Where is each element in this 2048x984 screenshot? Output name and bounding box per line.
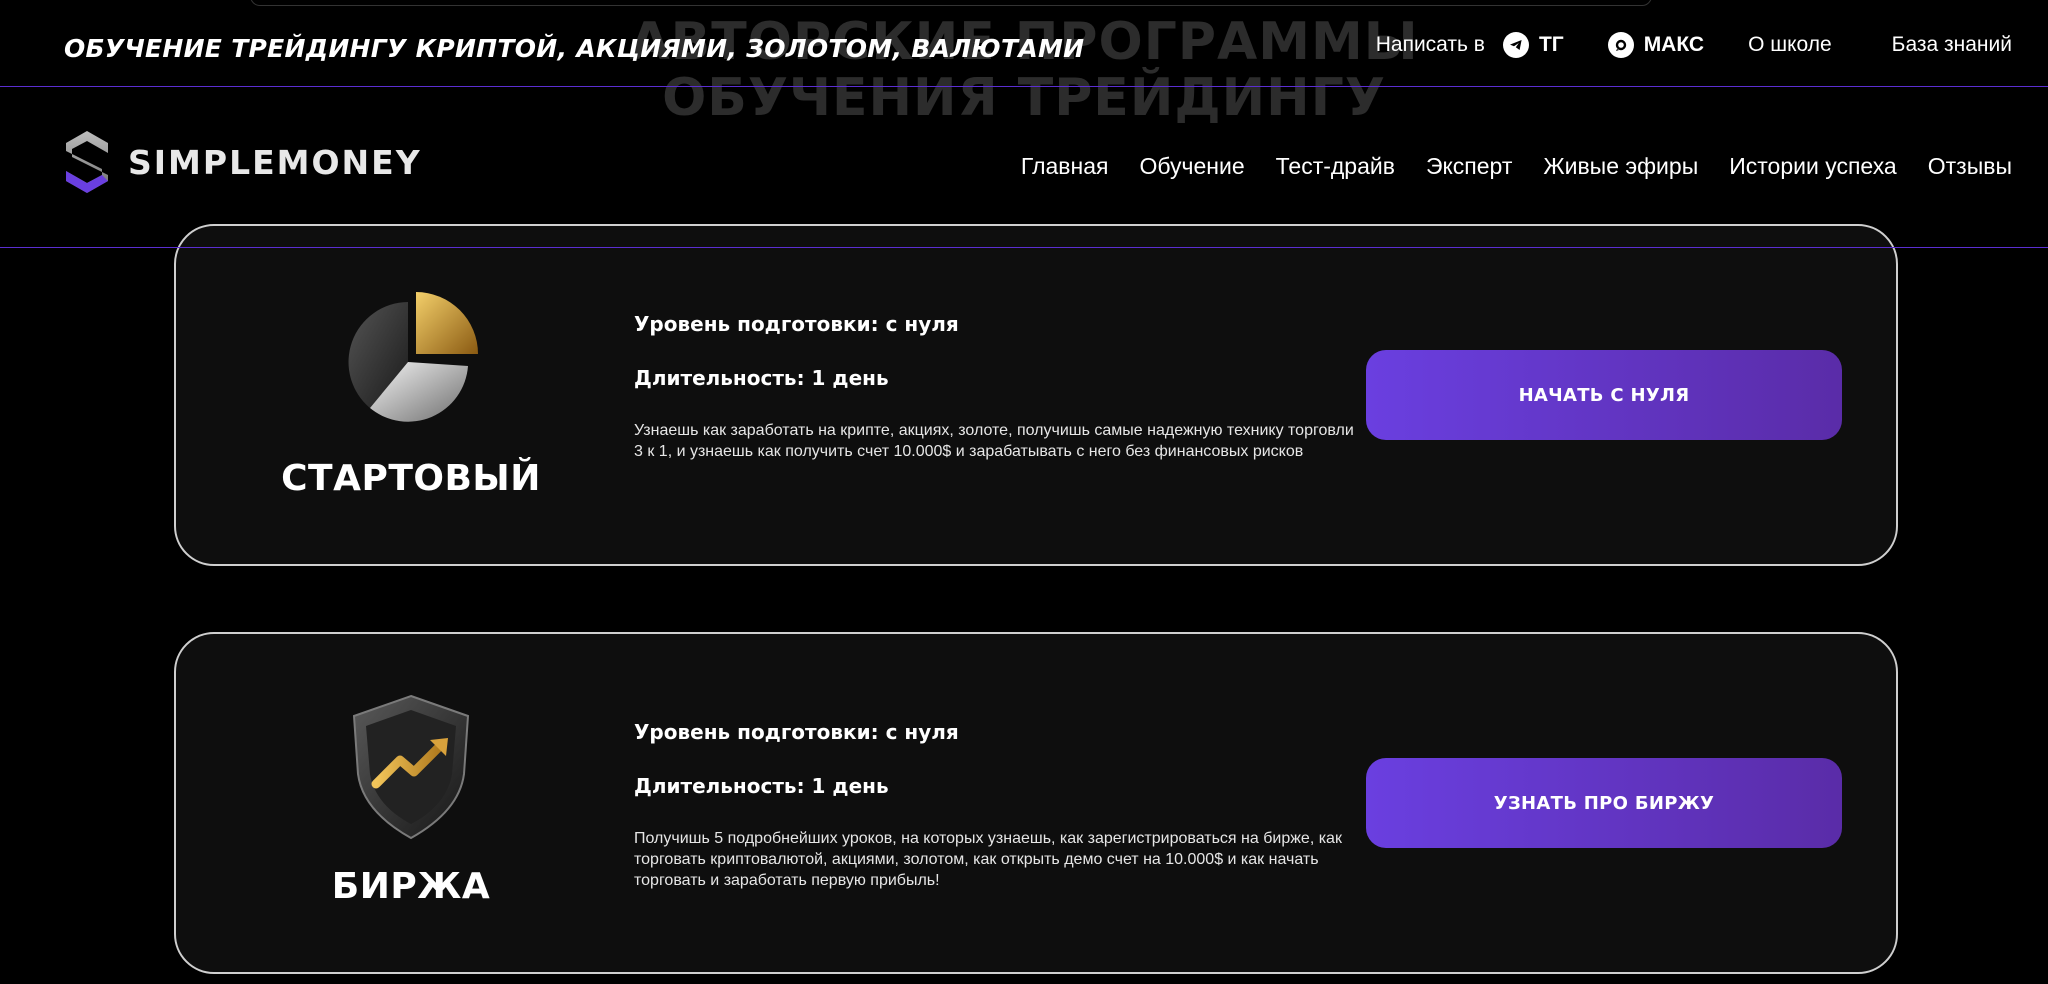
max-label: МАКС — [1643, 33, 1705, 56]
nav-item-live-streams[interactable]: Живые эфиры — [1543, 153, 1698, 180]
program-level: Уровень подготовки: с нуля — [634, 720, 959, 744]
pie-chart-icon — [348, 292, 478, 422]
telegram-link[interactable]: ТГ — [1502, 32, 1564, 58]
learn-about-exchange-button[interactable]: УЗНАТЬ ПРО БИРЖУ — [1366, 758, 1842, 848]
main-nav: Главная Обучение Тест-драйв Эксперт Живы… — [990, 153, 2012, 180]
tagline: ОБУЧЕНИЕ ТРЕЙДИНГУ КРИПТОЙ, АКЦИЯМИ, ЗОЛ… — [64, 34, 1085, 63]
write-label: Написать в — [1375, 33, 1485, 56]
main-header: SIMPLEMONEY Главная Обучение Тест-драйв … — [0, 87, 2048, 248]
top-bar: ОБУЧЕНИЕ ТРЕЙДИНГУ КРИПТОЙ, АКЦИЯМИ, ЗОЛ… — [0, 0, 2048, 87]
nav-item-reviews[interactable]: Отзывы — [1928, 153, 2012, 180]
nav-item-test-drive[interactable]: Тест-драйв — [1276, 153, 1395, 180]
brand-name: SIMPLEMONEY — [128, 142, 422, 182]
logo-icon — [66, 131, 108, 193]
telegram-label: ТГ — [1538, 33, 1564, 56]
max-link[interactable]: МАКС — [1607, 32, 1705, 58]
program-description: Получишь 5 подробнейших уроков, на котор… — [634, 830, 1342, 889]
max-icon — [1607, 32, 1634, 58]
nav-item-learning[interactable]: Обучение — [1139, 153, 1244, 180]
nav-item-success-stories[interactable]: Истории успеха — [1729, 153, 1897, 180]
program-level: Уровень подготовки: с нуля — [634, 312, 959, 336]
nav-item-home[interactable]: Главная — [1021, 153, 1109, 180]
program-card-starter: СТАРТОВЫЙ Уровень подготовки: с нуля Дли… — [174, 224, 1898, 566]
about-link[interactable]: О школе — [1748, 33, 1832, 57]
telegram-icon — [1502, 32, 1529, 58]
program-duration: Длительность: 1 день — [634, 366, 889, 390]
program-card-exchange: БИРЖА Уровень подготовки: с нуля Длитель… — [174, 632, 1898, 974]
program-duration: Длительность: 1 день — [634, 774, 889, 798]
top-links: Написать в ТГ МАКС О школе База знаний — [1376, 32, 2012, 58]
start-from-zero-button[interactable]: НАЧАТЬ С НУЛЯ — [1366, 350, 1842, 440]
program-name: СТАРТОВЫЙ — [281, 458, 541, 499]
page: АВТОРСКИЕ ПРОГРАММЫ ОБУЧЕНИЯ ТРЕЙДИНГУ О… — [0, 0, 2048, 984]
search-field-edge — [250, 0, 1652, 6]
nav-item-expert[interactable]: Эксперт — [1426, 153, 1512, 180]
shield-chart-icon — [352, 694, 470, 840]
knowledge-base-link[interactable]: База знаний — [1892, 33, 2012, 57]
logo[interactable]: SIMPLEMONEY — [64, 129, 422, 195]
program-description: Узнаешь как заработать на крипте, акциях… — [634, 422, 1354, 460]
program-name: БИРЖА — [331, 866, 491, 907]
